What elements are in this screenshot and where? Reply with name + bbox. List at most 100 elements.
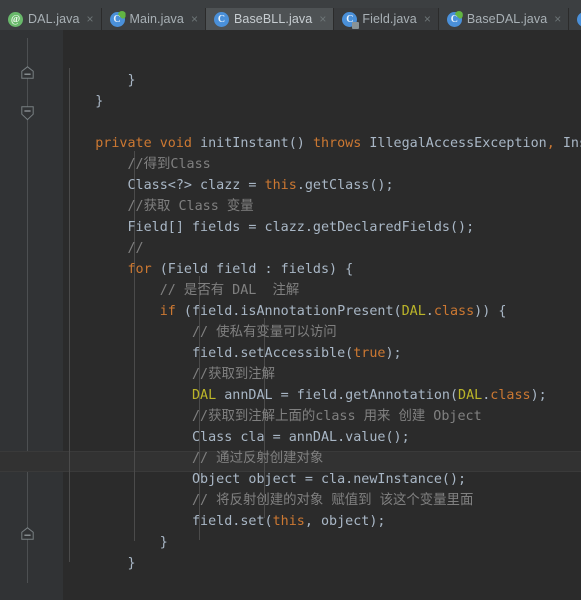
code-line[interactable]: //获取 Class 变量 [63,196,581,217]
code-line[interactable]: Class cla = annDAL.value(); [63,427,581,448]
code-line[interactable]: // 是否有 DAL 注解 [63,280,581,301]
code-line[interactable]: //获取到注解 [63,364,581,385]
fold-marker-collapse-2[interactable] [21,527,34,540]
code-line[interactable]: } [63,70,581,91]
code-line[interactable]: Class<?> clazz = this.getClass(); [63,175,581,196]
code-token: initInstant [200,136,289,151]
code-token: (Field field : fields) { [151,262,354,277]
code-line[interactable]: // 将反射创建的对象 赋值到 该这个变量里面 [63,490,581,511]
code-token: () [288,136,313,151]
code-line[interactable]: //得到Class [63,154,581,175]
code-token: // 通过反射创建对象 [192,451,324,466]
tab-close-icon[interactable]: × [191,13,198,25]
runnable-class-icon: C [109,10,126,27]
code-line[interactable]: } [63,532,581,553]
code-line[interactable]: field.setAccessible(true); [63,343,581,364]
code-token: Object object = cla.newInstance(); [192,472,467,487]
code-token: } [63,556,136,571]
code-line[interactable]: if (field.isAnnotationPresent(DAL.class)… [63,301,581,322]
code-token: // [127,241,144,256]
code-line[interactable]: Object object = cla.newInstance(); [63,469,581,490]
code-line[interactable]: DAL annDAL = field.getAnnotation(DAL.cla… [63,385,581,406]
library-class-icon: C [342,11,360,29]
tab-close-icon[interactable]: × [319,13,326,25]
tab-close-icon[interactable]: × [87,13,94,25]
code-line[interactable]: } [63,553,581,574]
code-token: DAL [401,304,426,319]
tab-strip: @ DAL.java × C Main.java × C BaseBLL.java × C Fiel… [0,8,581,30]
code-line[interactable]: // [63,238,581,259]
tab-label: Field.java [362,12,417,26]
tab-label: BaseBLL.java [233,12,313,26]
code-editor[interactable]: } } private void initInstant() throws Il… [0,30,581,600]
tab-close-icon[interactable]: × [554,13,561,25]
tab-close-icon[interactable]: × [424,13,431,25]
code-line[interactable]: //获取到注解上面的class 用来 创建 Object [63,406,581,427]
fold-marker-collapse-1[interactable] [21,66,34,79]
code-token: .getClass(); [296,178,394,193]
code-token: InstantiationException { [562,136,581,151]
code-token: IllegalAccessException [369,136,547,151]
code-line[interactable]: Field[] fields = clazz.getDeclaredFields… [63,217,581,238]
code-text-area[interactable]: } } private void initInstant() throws Il… [0,30,581,600]
code-token: //获取到注解上面的class 用来 创建 Object [192,409,482,424]
code-token: DAL [192,388,217,403]
code-line[interactable] [63,574,581,595]
code-token: field.set( [192,514,273,529]
fold-marker-expand-method[interactable] [21,106,34,121]
tabbar-top-strip [0,0,581,8]
code-token: (field.isAnnotationPresent( [175,304,402,319]
code-token: field.setAccessible( [192,346,354,361]
class-icon: C [577,11,581,27]
code-token: //得到Class [127,157,211,172]
code-token: // 是否有 DAL 注解 [159,283,300,298]
code-token: for [127,262,152,277]
code-token: DAL [458,388,483,403]
code-token: private [95,136,152,151]
code-token: // 将反射创建的对象 赋值到 该这个变量里面 [192,493,474,508]
code-token: ); [530,388,547,403]
editor-tab-u[interactable]: CU [569,8,581,30]
code-line[interactable] [63,595,581,600]
code-line[interactable]: for (Field field : fields) { [63,259,581,280]
code-token: //获取 Class 变量 [127,199,254,214]
editor-tab-basedal-java[interactable]: C BaseDAL.java × [438,8,570,30]
editor-tab-main-java[interactable]: C Main.java × [101,8,206,30]
code-token: } [63,73,136,88]
editor-tab-bar: @ DAL.java × C Main.java × C BaseBLL.java × C Fiel… [0,0,581,30]
code-token: } [63,535,168,550]
code-line[interactable]: field.set(this, object); [63,511,581,532]
code-line[interactable] [63,112,581,133]
code-line[interactable]: private void initInstant() throws Illega… [63,133,581,154]
editor-tab-field-java[interactable]: C Field.java × [334,8,439,30]
code-token: Class cla = annDAL.value(); [192,430,410,445]
code-line[interactable]: } [63,91,581,112]
editor-gutter[interactable] [0,30,63,600]
code-token: class [490,388,531,403]
code-line[interactable]: // 通过反射创建对象 [63,448,581,469]
code-token: } [63,94,104,109]
code-line[interactable]: // 使私有变量可以访问 [63,322,581,343]
editor-tab-basebll-java[interactable]: C BaseBLL.java × [205,8,335,30]
editor-tab-dal-java[interactable]: @ DAL.java × [0,8,102,30]
code-token: )) { [474,304,507,319]
code-token: void [159,136,192,151]
